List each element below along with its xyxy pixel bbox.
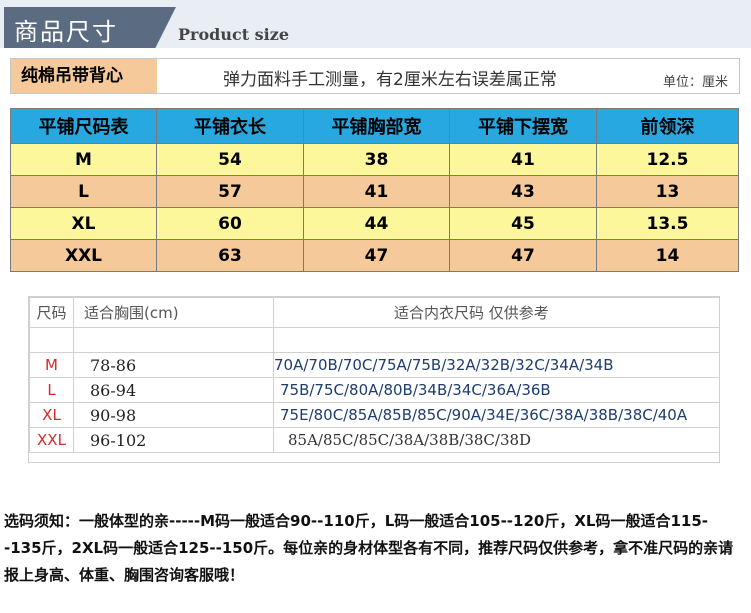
table-cell: 43 <box>449 175 597 208</box>
unit-label: 单位：厘米 <box>663 75 729 90</box>
table-cell: 12.5 <box>596 143 739 176</box>
table-cell: 57 <box>156 175 304 208</box>
table-cell: M <box>10 143 157 176</box>
table-cell: XXL <box>10 239 157 272</box>
table-cell: 38 <box>303 143 450 176</box>
table-cell: XL <box>10 207 157 240</box>
fit-table-frame: 尺码 适合胸围(cm) 适合内衣尺码 仅供参考 M 78-86 70A/70B/… <box>28 296 720 463</box>
bust-cell: 86-94 <box>73 377 274 403</box>
spacer-row <box>29 327 720 353</box>
table-row: L 57 41 43 13 <box>10 175 739 208</box>
table-cell: 13 <box>596 175 739 208</box>
bra-size-cell: 75E/80C/85A/85B/85C/90A/34E/36C/38A/38B/… <box>273 402 720 428</box>
table-cell: 13.5 <box>596 207 739 240</box>
table-cell: 63 <box>156 239 304 272</box>
bust-cell: 96-102 <box>73 427 274 453</box>
header-cell: 平铺胸部宽 <box>303 108 450 144</box>
header-cell: 适合内衣尺码 仅供参考 <box>273 297 720 328</box>
table-row: XL 90-98 75E/80C/85A/85B/85C/90A/34E/36C… <box>29 402 720 428</box>
fit-table-header: 尺码 适合胸围(cm) 适合内衣尺码 仅供参考 <box>29 297 720 328</box>
bra-size-cell: 85A/85C/85C/38A/38B/38C/38D <box>273 427 720 453</box>
size-cell: M <box>29 352 74 378</box>
fit-table: 尺码 适合胸围(cm) 适合内衣尺码 仅供参考 M 78-86 70A/70B/… <box>29 297 720 453</box>
product-name: 纯棉吊带背心 <box>11 59 157 93</box>
header-cell: 平铺衣长 <box>156 108 304 144</box>
header-cell: 平铺尺码表 <box>10 108 157 144</box>
table-row: M 54 38 41 12.5 <box>10 143 739 176</box>
size-table-header: 平铺尺码表 平铺衣长 平铺胸部宽 平铺下摆宽 前领深 <box>10 108 739 144</box>
size-cell: XL <box>29 402 74 428</box>
table-row: XL 60 44 45 13.5 <box>10 207 739 240</box>
table-cell: 44 <box>303 207 450 240</box>
size-cell: L <box>29 377 74 403</box>
page-title: 商品尺寸 <box>14 18 118 46</box>
measure-note: 弹力面料手工测量，有2厘米左右误差属正常 <box>223 70 557 90</box>
header-band: 商品尺寸 Product size <box>0 0 751 48</box>
table-row: M 78-86 70A/70B/70C/75A/75B/32A/32B/32C/… <box>29 352 720 378</box>
bra-size-cell: 75B/75C/80A/80B/34B/34C/36A/36B <box>273 377 720 403</box>
header-cell: 平铺下摆宽 <box>449 108 597 144</box>
table-cell: 45 <box>449 207 597 240</box>
table-cell: 54 <box>156 143 304 176</box>
page-subtitle: Product size <box>178 25 290 44</box>
table-cell: 47 <box>303 239 450 272</box>
header-cell: 适合胸围(cm) <box>73 297 274 328</box>
table-row: XXL 63 47 47 14 <box>10 239 739 272</box>
header-cell: 前领深 <box>596 108 739 144</box>
table-cell: L <box>10 175 157 208</box>
size-notice: 选码须知：一般体型的亲-----M码一般适合90--110斤，L码一般适合105… <box>4 512 734 584</box>
bust-cell: 90-98 <box>73 402 274 428</box>
table-row: L 86-94 75B/75C/80A/80B/34B/34C/36A/36B <box>29 377 720 403</box>
table-cell: 41 <box>303 175 450 208</box>
header-cell: 尺码 <box>29 297 74 328</box>
bust-cell: 78-86 <box>73 352 274 378</box>
table-cell: 14 <box>596 239 739 272</box>
info-bar: 纯棉吊带背心 弹力面料手工测量，有2厘米左右误差属正常 单位：厘米 <box>10 58 740 94</box>
table-cell: 41 <box>449 143 597 176</box>
size-table: 平铺尺码表 平铺衣长 平铺胸部宽 平铺下摆宽 前领深 M 54 38 41 12… <box>10 108 739 272</box>
table-cell: 60 <box>156 207 304 240</box>
size-cell: XXL <box>29 427 74 453</box>
table-cell: 47 <box>449 239 597 272</box>
bra-size-cell: 70A/70B/70C/75A/75B/32A/32B/32C/34A/34B <box>273 352 720 378</box>
table-row: XXL 96-102 85A/85C/85C/38A/38B/38C/38D <box>29 427 720 453</box>
